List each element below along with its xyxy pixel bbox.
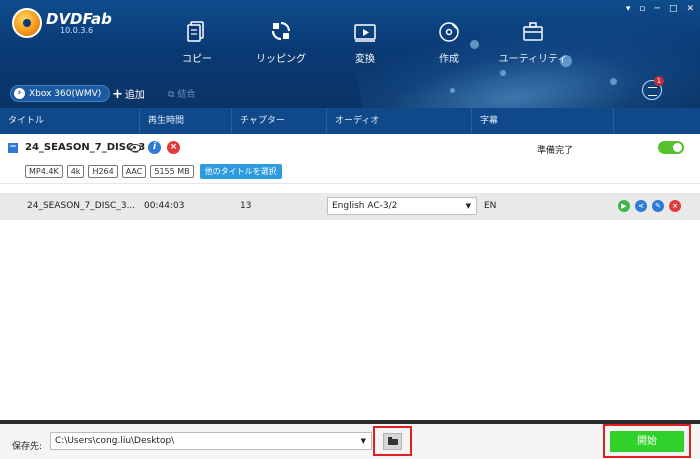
nav-converter[interactable]: 変換 [323, 20, 407, 65]
audio-dropdown[interactable]: English AC-3/2 ▼ [327, 197, 477, 215]
nav-converter-label: 変換 [355, 54, 375, 65]
merge-label: 結合 [177, 90, 196, 100]
browse-folder-icon[interactable] [383, 433, 402, 450]
row-actions: ▶ < ✎ × [618, 200, 681, 212]
utility-icon [523, 22, 543, 41]
track-duration: 00:44:03 [144, 201, 185, 211]
merge-icon: ⧉ [168, 90, 175, 100]
nav-copy[interactable]: コピー [155, 20, 239, 65]
status-text: 準備完了 [537, 146, 574, 156]
nav-utility[interactable]: ユーティリティ [491, 20, 575, 65]
share-icon[interactable]: < [635, 200, 647, 212]
ripper-icon [271, 21, 291, 41]
add-label: 追加 [124, 90, 145, 101]
header: DVDFab 10.0.3.6 ▾ ▫ ─ □ ✕ コピー リッピング 変換 作… [0, 0, 700, 108]
dropdown-arrow-icon: ▼ [465, 202, 471, 210]
col-chapters: チャプター [232, 108, 327, 134]
tag-resolution: 4k [66, 165, 85, 178]
profile-selector[interactable]: › Xbox 360(WMV) [10, 85, 111, 102]
task-queue-icon[interactable] [642, 80, 662, 100]
play-icon[interactable]: ▶ [618, 200, 630, 212]
queue-count-badge: 1 [654, 76, 664, 86]
title-name: 24_SEASON_7_DISC_3 [25, 142, 146, 153]
dvdfab-window: DVDFab 10.0.3.6 ▾ ▫ ─ □ ✕ コピー リッピング 変換 作… [0, 0, 700, 459]
folder-highlight [373, 426, 412, 456]
nav-creator[interactable]: 作成 [407, 20, 491, 65]
audio-value: English AC-3/2 [332, 201, 398, 211]
menu-dropdown-icon[interactable]: ▾ [626, 4, 631, 14]
output-path-field[interactable]: C:\Users\cong.liu\Desktop\ ▼ [50, 432, 372, 450]
start-highlight: 開始 [603, 424, 691, 458]
output-path-value: C:\Users\cong.liu\Desktop\ [55, 436, 175, 446]
nav-creator-label: 作成 [439, 54, 459, 65]
col-title: タイトル [0, 108, 140, 134]
plus-icon: + [112, 87, 123, 102]
nav-ripper[interactable]: リッピング [239, 20, 323, 65]
logo-text: DVDFab [46, 9, 112, 28]
sub-toolbar: › Xbox 360(WMV) + 追加 ⧉ 結合 [0, 80, 700, 106]
col-spacer [614, 108, 700, 134]
convert-icon [354, 24, 376, 42]
app-logo: DVDFab 10.0.3.6 [12, 8, 112, 38]
arrow-right-icon: › [14, 88, 25, 99]
title-row: − 24_SEASON_7_DISC_3 i × 準備完了 MP4.4K 4k … [0, 134, 700, 184]
col-audio: オーディオ [327, 108, 472, 134]
main-nav: コピー リッピング 変換 作成 ユーティリティ [155, 20, 575, 65]
copy-icon [187, 21, 204, 42]
nav-utility-label: ユーティリティ [498, 54, 568, 65]
info-icon[interactable]: i [148, 141, 161, 154]
col-duration: 再生時間 [140, 108, 232, 134]
track-name: 24_SEASON_7_DISC_3... [27, 201, 136, 211]
subtitle-value: EN [484, 201, 497, 211]
edit-icon[interactable]: ✎ [652, 200, 664, 212]
col-subtitle: 字幕 [472, 108, 614, 134]
preview-eye-icon[interactable] [129, 144, 141, 152]
select-other-title-button[interactable]: 他のタイトルを選択 [199, 164, 282, 179]
dvdfab-logo-icon [12, 8, 42, 38]
skin-icon[interactable]: ▫ [639, 4, 645, 14]
enable-toggle[interactable] [658, 141, 684, 154]
track-row[interactable]: 24_SEASON_7_DISC_3... 00:44:03 13 Englis… [0, 193, 700, 220]
add-button[interactable]: + 追加 [112, 86, 145, 102]
merge-button[interactable]: ⧉ 結合 [168, 87, 195, 100]
creator-icon [439, 22, 459, 42]
window-controls: ▾ ▫ ─ □ ✕ [626, 4, 694, 14]
nav-copy-label: コピー [182, 54, 212, 65]
column-header: タイトル 再生時間 チャプター オーディオ 字幕 [0, 108, 700, 134]
profile-label: Xbox 360(WMV) [29, 88, 102, 99]
title-tags: MP4.4K 4k H264 AAC 5155 MB 他のタイトルを選択 [25, 164, 282, 179]
tag-size: 5155 MB [150, 165, 194, 178]
close-window-icon[interactable]: ✕ [686, 4, 694, 14]
maximize-icon[interactable]: □ [669, 4, 678, 14]
track-chapters: 13 [240, 201, 252, 211]
tag-video-codec: H264 [88, 165, 118, 178]
start-button[interactable]: 開始 [610, 431, 684, 452]
path-dropdown-arrow-icon: ▼ [360, 437, 366, 445]
nav-ripper-label: リッピング [256, 54, 306, 65]
save-to-label: 保存先: [12, 442, 43, 452]
remove-title-icon[interactable]: × [167, 141, 180, 154]
collapse-icon[interactable]: − [8, 143, 18, 153]
tag-format: MP4.4K [25, 165, 63, 178]
minimize-icon[interactable]: ─ [655, 4, 660, 14]
tag-audio-codec: AAC [121, 165, 147, 178]
delete-icon[interactable]: × [669, 200, 681, 212]
bottom-bar: 保存先: C:\Users\cong.liu\Desktop\ ▼ 開始 [0, 424, 700, 459]
